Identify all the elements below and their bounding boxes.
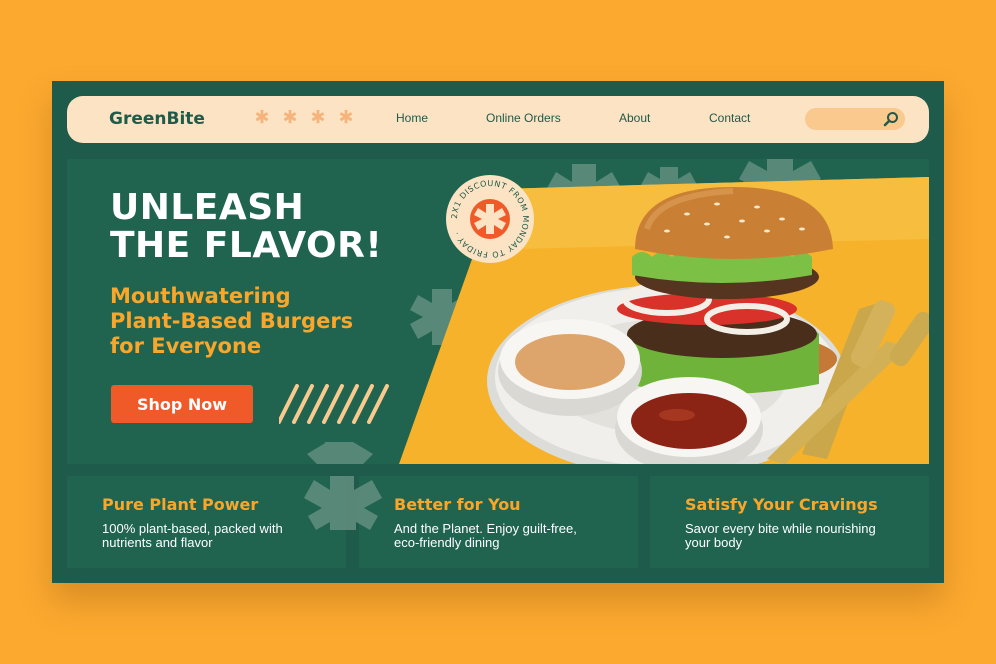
discount-badge: 2X1 DISCOUNT FROM MONDAY TO FRIDAY · (446, 175, 534, 263)
hero-title: UNLEASH THE FLAVOR! (110, 189, 430, 265)
hero-title-line: UNLEASH (110, 187, 305, 228)
asterisk-icon (283, 110, 297, 124)
shop-now-button[interactable]: Shop Now (111, 385, 253, 423)
nav-link-contact[interactable]: Contact (709, 111, 750, 125)
feature-card-text: 100% plant-based, packed with nutrients … (102, 521, 283, 550)
top-navbar: GreenBite Home Online Orders About Conta… (67, 96, 929, 143)
nav-link-online-orders[interactable]: Online Orders (486, 111, 561, 125)
feature-card: Satisfy Your Cravings Savor every bite w… (650, 476, 929, 568)
decor-asterisks (255, 110, 353, 124)
search-icon[interactable] (883, 111, 899, 127)
asterisk-icon (339, 110, 353, 124)
asterisk-icon (304, 476, 382, 530)
feature-cards: Pure Plant Power 100% plant-based, packe… (67, 476, 929, 568)
brand-logo[interactable]: GreenBite (109, 109, 205, 129)
landing-page-frame: GreenBite Home Online Orders About Conta… (52, 81, 944, 583)
hero-section: UNLEASH THE FLAVOR! Mouthwatering Plant-… (67, 159, 929, 464)
decor-stripes (279, 384, 389, 424)
hero-subtitle: Mouthwatering Plant-Based Burgers for Ev… (110, 284, 410, 359)
asterisk-icon (255, 110, 269, 124)
hero-subtitle-line: for Everyone (110, 334, 262, 358)
feature-card-title: Better for You (394, 495, 521, 514)
nav-link-home[interactable]: Home (396, 111, 428, 125)
feature-card: Better for You And the Planet. Enjoy gui… (359, 476, 638, 568)
feature-card-text: And the Planet. Enjoy guilt-free, eco-fr… (394, 521, 577, 550)
feature-card-title: Satisfy Your Cravings (685, 495, 878, 514)
hero-subtitle-line: Plant-Based Burgers (110, 309, 354, 333)
asterisk-icon (311, 110, 325, 124)
hero-title-line: THE FLAVOR! (110, 225, 383, 266)
hero-subtitle-line: Mouthwatering (110, 284, 291, 308)
feature-card-text: Savor every bite while nourishing your b… (685, 521, 876, 550)
nav-link-about[interactable]: About (619, 111, 650, 125)
